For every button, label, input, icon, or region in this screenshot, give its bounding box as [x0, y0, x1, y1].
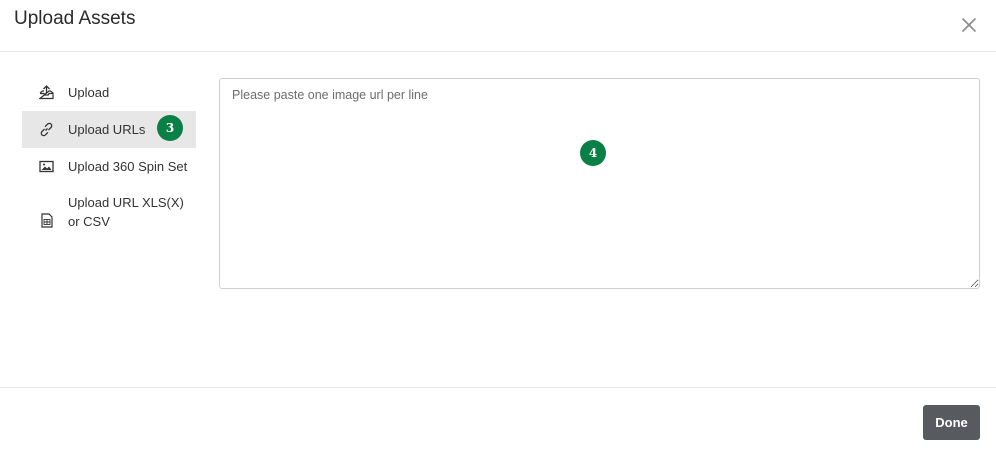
sidebar-item-label: Upload: [68, 85, 110, 100]
sidebar-item-label: Upload URL XLS(X) or CSV: [68, 195, 184, 229]
image-icon: [39, 159, 54, 174]
sidebar-item-upload[interactable]: Upload: [22, 74, 196, 111]
upload-tray-icon: [39, 85, 54, 100]
step-badge: 4: [580, 140, 606, 166]
image-url-textarea[interactable]: [219, 78, 980, 289]
close-icon[interactable]: [958, 14, 980, 36]
sidebar-item-label: Upload 360 Spin Set: [68, 159, 188, 174]
upload-method-sidebar: Upload Upload URLs 3 Upload 360 Spin Set…: [22, 74, 196, 239]
sidebar-item-upload-360-spin-set[interactable]: Upload 360 Spin Set: [22, 148, 196, 185]
step-badge: 3: [157, 115, 183, 141]
link-icon: [39, 122, 54, 137]
done-button[interactable]: Done: [923, 405, 980, 440]
modal-header: Upload Assets: [0, 0, 996, 52]
sidebar-item-upload-urls[interactable]: Upload URLs 3: [22, 111, 196, 148]
upload-assets-modal: Upload Assets Upload Upload URLs 3 Uploa…: [0, 0, 996, 456]
sidebar-item-upload-url-xls-csv[interactable]: Upload URL XLS(X) or CSV: [22, 185, 196, 239]
modal-title: Upload Assets: [14, 8, 136, 29]
sidebar-item-label: Upload URLs: [68, 122, 146, 137]
spreadsheet-file-icon: [39, 213, 54, 228]
modal-footer: Done: [0, 387, 996, 456]
